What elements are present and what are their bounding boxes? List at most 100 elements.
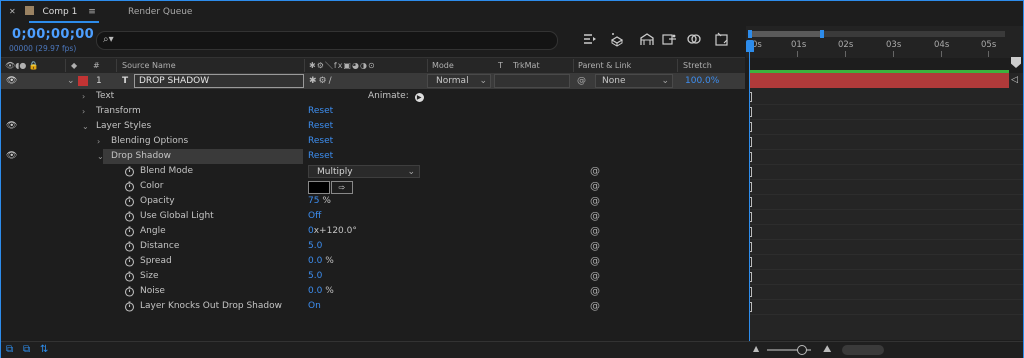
eye-icon[interactable]: 👁 (6, 75, 17, 87)
pickwhip-icon[interactable]: @ (590, 164, 600, 179)
eye-icon[interactable]: 👁 (6, 149, 17, 164)
property-value-number[interactable]: Reset (308, 106, 333, 116)
pickwhip-icon[interactable]: @ (590, 299, 600, 314)
zoom-in-icon[interactable]: ⛰ (823, 344, 831, 355)
pickwhip-icon[interactable]: @ (590, 194, 600, 209)
pickwhip-icon[interactable]: @ (590, 284, 600, 299)
column-mode[interactable]: Mode (432, 59, 454, 72)
toggle-transfer-controls-icon[interactable]: ⧉ (23, 344, 30, 355)
frame-blending-icon[interactable] (637, 30, 657, 48)
stopwatch-icon[interactable] (124, 241, 135, 252)
property-value-number[interactable]: 5.0 (308, 241, 322, 251)
parent-dropdown[interactable]: None ⌄ (595, 74, 673, 88)
chevron-down-icon[interactable]: ⌄ (97, 149, 104, 164)
zoom-slider-handle[interactable] (797, 345, 807, 355)
pickwhip-icon[interactable]: @ (590, 269, 600, 284)
property-value-drop-shadow[interactable]: Reset (308, 149, 333, 164)
stopwatch-icon[interactable] (124, 301, 135, 312)
blend-mode-dropdown[interactable]: Normal ⌄ (427, 74, 491, 88)
stopwatch-icon[interactable] (124, 286, 135, 297)
zoom-out-icon[interactable]: ▲ (753, 344, 759, 353)
chevron-down-icon[interactable]: ⌄ (67, 75, 75, 87)
property-value-distance[interactable]: 5.0 (308, 239, 322, 254)
chevron-right-icon[interactable]: › (82, 104, 85, 119)
property-value-layer-knocks-out-drop-shadow[interactable]: On (308, 299, 321, 314)
work-area-end-handle[interactable] (820, 30, 824, 38)
stopwatch-icon[interactable] (124, 211, 135, 222)
layer-duration-bar[interactable] (750, 73, 1009, 88)
graph-editor-icon[interactable] (684, 30, 704, 48)
trkmat-field[interactable] (494, 74, 570, 88)
chevron-right-icon[interactable]: › (97, 134, 100, 149)
property-value-number[interactable]: On (308, 301, 321, 311)
stopwatch-icon[interactable] (124, 271, 135, 282)
comp-flowchart-icon[interactable] (712, 30, 732, 48)
column-source-name[interactable]: Source Name (122, 59, 176, 72)
layer-row[interactable]: 👁 ⌄ 1 T DROP SHADOW ✱⚙/ Normal ⌄ @ None … (1, 73, 745, 89)
property-value-opacity[interactable]: 75 % (308, 194, 331, 209)
property-value-number[interactable]: Reset (308, 151, 333, 161)
layer-label-color[interactable] (78, 76, 88, 86)
current-time-indicator[interactable] (746, 40, 754, 52)
layer-end-handle-icon[interactable]: ◁ (1011, 75, 1018, 85)
label-column-icon[interactable]: ◆ (71, 59, 77, 72)
property-value-spread[interactable]: 0.0 % (308, 254, 334, 269)
switches-icons[interactable]: ✱⚙＼fx▣◕◑⊙ (309, 59, 376, 72)
shadow-color-swatch[interactable] (308, 181, 330, 194)
animate-menu[interactable]: Animate: ▶ (368, 89, 424, 104)
work-area-range[interactable] (750, 31, 822, 37)
tab-comp[interactable]: ✕ Comp 1 ≡ (9, 1, 96, 23)
av-features-icon[interactable]: 👁◖● 🔒 (5, 59, 39, 72)
property-value-layer-styles[interactable]: Reset (308, 119, 333, 134)
column-index[interactable]: # (93, 59, 100, 72)
property-value-number[interactable]: 0.0 (308, 256, 322, 266)
pickwhip-icon[interactable]: @ (590, 239, 600, 254)
toggle-layer-switches-icon[interactable]: ⧉ (6, 344, 13, 355)
property-value-size[interactable]: 5.0 (308, 269, 322, 284)
property-value-number[interactable]: Off (308, 211, 321, 221)
column-stretch[interactable]: Stretch (683, 59, 712, 72)
property-value-noise[interactable]: 0.0 % (308, 284, 334, 299)
column-trkmat[interactable]: TrkMat (513, 59, 540, 72)
eye-icon[interactable]: 👁 (6, 119, 17, 134)
property-value-number[interactable]: Reset (308, 121, 333, 131)
draft-3d-icon[interactable] (580, 30, 600, 48)
parent-pickwhip-icon[interactable]: @ (577, 75, 586, 87)
property-value-number[interactable]: 75 (308, 196, 319, 206)
stopwatch-icon[interactable] (124, 256, 135, 267)
toggle-in-out-icon[interactable]: ⇅ (40, 344, 48, 355)
column-parent-link[interactable]: Parent & Link (578, 59, 631, 72)
property-value-transform[interactable]: Reset (308, 104, 333, 119)
stretch-value[interactable]: 100.0% (685, 75, 719, 87)
stopwatch-icon[interactable] (124, 226, 135, 237)
motion-blur-icon[interactable] (660, 30, 680, 48)
tab-render-queue[interactable]: Render Queue (128, 1, 192, 23)
timeline-scrollbar[interactable] (842, 345, 884, 355)
layer-switches[interactable]: ✱⚙/ (309, 75, 334, 87)
shy-layers-icon[interactable] (607, 30, 627, 48)
property-value-number[interactable]: 0.0 (308, 286, 322, 296)
stopwatch-icon[interactable] (124, 181, 135, 192)
search-input[interactable]: ⌕▾ (96, 31, 558, 50)
pickwhip-icon[interactable]: @ (590, 254, 600, 269)
pickwhip-icon[interactable]: @ (590, 209, 600, 224)
pickwhip-icon[interactable]: @ (590, 179, 600, 194)
property-value-number[interactable]: Reset (308, 136, 333, 146)
stopwatch-icon[interactable] (124, 166, 135, 177)
chevron-right-icon[interactable]: › (82, 89, 85, 104)
layer-name-field[interactable]: DROP SHADOW (134, 74, 304, 88)
blend-mode-select[interactable]: Multiply ⌄ (308, 165, 420, 178)
pickwhip-icon[interactable]: @ (590, 224, 600, 239)
property-value-use-global-light[interactable]: Off (308, 209, 321, 224)
current-time-display[interactable]: 0;00;00;00 (12, 27, 94, 42)
column-t[interactable]: T (498, 59, 503, 72)
property-value-blending-options[interactable]: Reset (308, 134, 333, 149)
stopwatch-icon[interactable] (124, 196, 135, 207)
eyedropper-icon[interactable]: ⇨ (331, 181, 353, 194)
close-icon[interactable]: ✕ (9, 1, 16, 23)
work-area-start-handle[interactable] (748, 30, 752, 38)
property-value-number[interactable]: 5.0 (308, 271, 322, 281)
chevron-down-icon[interactable]: ⌄ (82, 119, 89, 134)
property-value-angle[interactable]: 0x+120.0° (308, 224, 357, 239)
panel-menu-icon[interactable]: ≡ (88, 1, 96, 23)
